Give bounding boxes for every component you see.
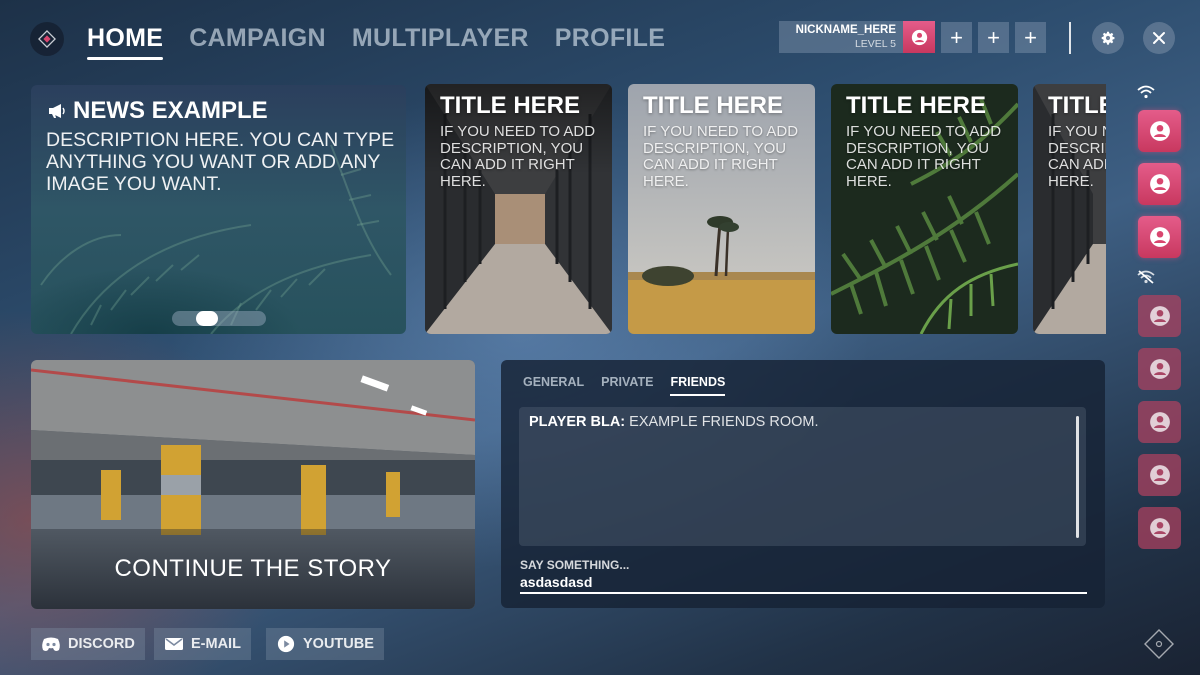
friend-online-3[interactable] bbox=[1138, 216, 1181, 258]
discord-label: DISCORD bbox=[68, 636, 135, 652]
user-icon bbox=[1149, 465, 1170, 485]
close-icon bbox=[1153, 32, 1165, 44]
chat-message-text: EXAMPLE FRIENDS ROOM. bbox=[629, 414, 819, 430]
continue-story-card[interactable]: CONTINUE THE STORY bbox=[31, 360, 475, 609]
chat-message: PLAYER BLA: EXAMPLE FRIENDS ROOM. bbox=[529, 414, 819, 430]
user-icon bbox=[1149, 306, 1170, 326]
hallway-image bbox=[425, 84, 612, 334]
tab-multiplayer[interactable]: MULTIPLAYER bbox=[352, 22, 529, 54]
chat-tab-general[interactable]: GENERAL bbox=[523, 374, 584, 390]
user-nickname: NICKNAME_HERE bbox=[795, 24, 896, 36]
continue-story-label: CONTINUE THE STORY bbox=[114, 555, 392, 582]
tab-profile[interactable]: PROFILE bbox=[555, 22, 665, 54]
discord-link[interactable]: DISCORD bbox=[31, 628, 145, 660]
settings-button[interactable] bbox=[1092, 22, 1124, 54]
friend-offline-2[interactable] bbox=[1138, 348, 1181, 390]
close-button[interactable] bbox=[1143, 22, 1175, 54]
fern-leaves-image bbox=[831, 84, 1018, 334]
news-carousel-indicator[interactable] bbox=[172, 311, 266, 326]
gear-icon bbox=[1101, 31, 1115, 45]
feature-card-4-viewport: TITLE HERE IF YOU NEED TO ADD DESCRIPTIO… bbox=[1033, 84, 1106, 334]
feature-card-2[interactable]: TITLE HERE IF YOU NEED TO ADD DESCRIPTIO… bbox=[628, 84, 815, 334]
user-icon bbox=[1149, 227, 1170, 247]
main-nav: HOME CAMPAIGN MULTIPLAYER PROFILE bbox=[87, 22, 665, 60]
play-icon bbox=[277, 635, 295, 653]
user-icon bbox=[1149, 174, 1170, 194]
user-icon bbox=[1149, 518, 1170, 538]
chat-panel: GENERAL PRIVATE FRIENDS PLAYER BLA: EXAM… bbox=[501, 360, 1105, 608]
user-icon bbox=[1149, 121, 1170, 141]
megaphone-icon bbox=[49, 104, 65, 118]
email-label: E-MAIL bbox=[191, 636, 241, 652]
user-level: LEVEL 5 bbox=[854, 38, 896, 50]
wifi-icon bbox=[1137, 85, 1155, 99]
tab-home[interactable]: HOME bbox=[87, 22, 164, 60]
diamond-logo-icon bbox=[38, 30, 56, 48]
diamond-logo-icon bbox=[1144, 629, 1174, 659]
tab-campaign[interactable]: CAMPAIGN bbox=[189, 22, 326, 54]
friend-offline-5[interactable] bbox=[1138, 507, 1181, 549]
app-logo[interactable] bbox=[30, 22, 64, 56]
feature-card-description: IF YOU NEED TO ADD DESCRIPTION, YOU CAN … bbox=[1048, 123, 1106, 190]
chat-input-label: SAY SOMETHING... bbox=[520, 558, 630, 572]
add-party-slot-3-button[interactable]: + bbox=[1015, 22, 1046, 53]
youtube-link[interactable]: YOUTUBE bbox=[266, 628, 384, 660]
feature-card-title: TITLE HERE bbox=[643, 92, 784, 119]
feature-card-title: TITLE HERE bbox=[440, 92, 581, 119]
feature-card-description: IF YOU NEED TO ADD DESCRIPTION, YOU CAN … bbox=[643, 123, 799, 190]
friend-online-2[interactable] bbox=[1138, 163, 1181, 205]
feature-card-description: IF YOU NEED TO ADD DESCRIPTION, YOU CAN … bbox=[846, 123, 1002, 190]
feature-card-title: TITLE HERE bbox=[1048, 92, 1106, 119]
feature-card-1[interactable]: TITLE HERE IF YOU NEED TO ADD DESCRIPTIO… bbox=[425, 84, 612, 334]
wifi-off-icon bbox=[1137, 270, 1155, 284]
chat-scrollbar[interactable] bbox=[1076, 416, 1079, 538]
friend-online-1[interactable] bbox=[1138, 110, 1181, 152]
chat-tabs: GENERAL PRIVATE FRIENDS bbox=[523, 374, 725, 396]
savanna-tree-image bbox=[628, 84, 815, 334]
chat-messages[interactable]: PLAYER BLA: EXAMPLE FRIENDS ROOM. bbox=[519, 407, 1086, 546]
friend-offline-3[interactable] bbox=[1138, 401, 1181, 443]
user-profile-box[interactable]: NICKNAME_HERE LEVEL 5 bbox=[779, 21, 935, 53]
user-icon bbox=[1149, 359, 1170, 379]
chat-tab-private[interactable]: PRIVATE bbox=[601, 374, 653, 390]
mail-icon bbox=[165, 638, 183, 650]
chat-input[interactable] bbox=[520, 572, 1087, 594]
feature-card-3[interactable]: TITLE HERE IF YOU NEED TO ADD DESCRIPTIO… bbox=[831, 84, 1018, 334]
hallway-image bbox=[1033, 84, 1106, 334]
user-avatar bbox=[903, 21, 935, 53]
user-icon bbox=[1149, 412, 1170, 432]
chat-tab-friends[interactable]: FRIENDS bbox=[670, 374, 725, 396]
user-icon bbox=[911, 29, 927, 45]
discord-icon bbox=[42, 637, 60, 651]
add-party-slot-2-button[interactable]: + bbox=[978, 22, 1009, 53]
chat-message-author: PLAYER BLA: bbox=[529, 414, 626, 430]
topbar-divider bbox=[1069, 22, 1071, 54]
feature-card-4[interactable]: TITLE HERE IF YOU NEED TO ADD DESCRIPTIO… bbox=[1033, 84, 1106, 334]
friend-offline-4[interactable] bbox=[1138, 454, 1181, 496]
news-description: DESCRIPTION HERE. YOU CAN TYPE ANYTHING … bbox=[46, 129, 395, 195]
friend-offline-1[interactable] bbox=[1138, 295, 1181, 337]
news-title: NEWS EXAMPLE bbox=[73, 97, 268, 124]
continue-story-band: CONTINUE THE STORY bbox=[31, 529, 475, 609]
carousel-indicator-knob[interactable] bbox=[196, 311, 218, 326]
feature-card-title: TITLE HERE bbox=[846, 92, 987, 119]
news-card[interactable]: NEWS EXAMPLE DESCRIPTION HERE. YOU CAN T… bbox=[31, 85, 406, 334]
email-link[interactable]: E-MAIL bbox=[154, 628, 251, 660]
feature-card-description: IF YOU NEED TO ADD DESCRIPTION, YOU CAN … bbox=[440, 123, 596, 190]
add-party-slot-1-button[interactable]: + bbox=[941, 22, 972, 53]
youtube-label: YOUTUBE bbox=[303, 636, 374, 652]
